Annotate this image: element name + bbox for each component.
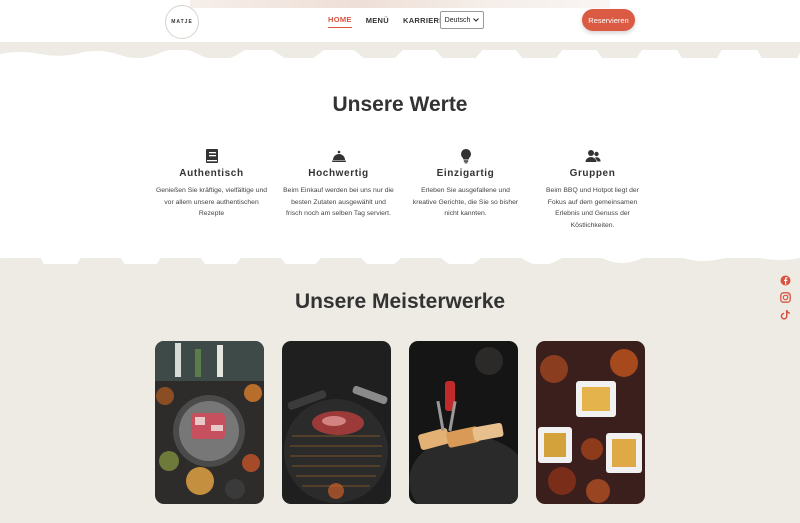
grill-meat-photo[interactable] [282, 341, 391, 504]
language-select[interactable]: Deutsch [440, 11, 484, 29]
value-item: Gruppen Beim BBQ und Hotpot liegt der Fo… [529, 148, 656, 231]
instagram-icon[interactable] [780, 292, 791, 303]
grilled-pork-belly-photo[interactable] [409, 341, 518, 504]
value-title: Einzigartig [436, 168, 495, 179]
value-item: Hochwertig Beim Einkauf werden bei uns n… [275, 148, 402, 231]
logo[interactable]: MATJE [165, 5, 199, 39]
book-icon [205, 149, 218, 163]
chevron-down-icon [473, 18, 480, 22]
logo-text: MATJE [171, 19, 193, 25]
lightbulb-icon [460, 149, 471, 164]
social-links [780, 275, 791, 320]
values-list: Authentisch Genießen Sie kräftige, vielf… [148, 148, 656, 231]
fried-chicken-fries-photo[interactable] [536, 341, 645, 504]
language-label: Deutsch [444, 16, 471, 24]
value-title: Gruppen [569, 168, 616, 179]
value-text: Beim Einkauf werden bei uns nur die best… [283, 187, 394, 217]
value-title: Hochwertig [308, 168, 369, 179]
korean-bbq-table-photo[interactable] [155, 341, 264, 504]
site-header: MATJE HOME MENÜ KARRIERE Deutsch Reservi… [0, 0, 800, 42]
facebook-icon[interactable] [780, 275, 791, 286]
top-divider [0, 42, 800, 60]
value-item: Einzigartig Erleben Sie ausgefallene und… [402, 148, 529, 231]
nav-menu[interactable]: MENÜ [366, 16, 389, 28]
cloche-icon [331, 150, 346, 162]
values-title: Unsere Werte [332, 93, 468, 116]
main-nav: HOME MENÜ KARRIERE [328, 15, 445, 28]
tiktok-icon[interactable] [780, 309, 791, 320]
header-hero-strip [190, 0, 610, 8]
users-icon [585, 150, 601, 162]
masterpieces-title: Unsere Meisterwerke [294, 290, 506, 313]
value-text: Erleben Sie ausgefallene und kreative Ge… [412, 187, 519, 217]
reserve-button[interactable]: Reservieren [582, 9, 635, 31]
value-text: Beim BBQ und Hotpot liegt der Fokus auf … [546, 187, 639, 229]
value-text: Genießen Sie kräftige, vielfältige und v… [155, 187, 268, 217]
masterpieces-gallery [155, 341, 645, 504]
nav-careers[interactable]: KARRIERE [403, 16, 445, 28]
nav-home[interactable]: HOME [328, 15, 352, 28]
value-title: Authentisch [179, 168, 244, 179]
value-item: Authentisch Genießen Sie kräftige, vielf… [148, 148, 275, 231]
